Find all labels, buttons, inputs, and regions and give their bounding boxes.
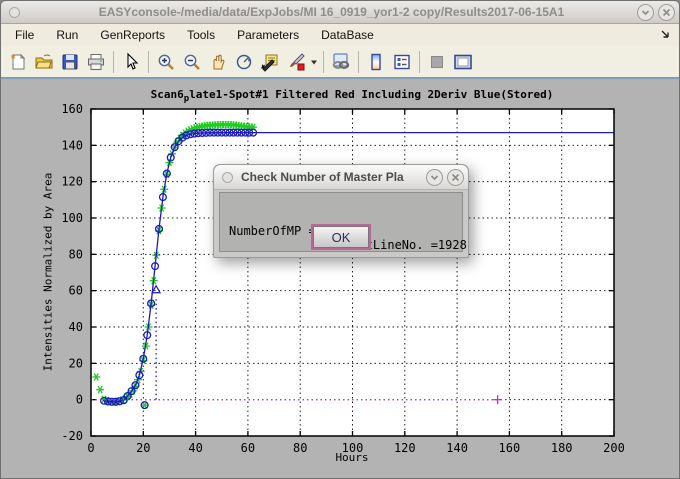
y-axis-label: Intensities Normalized by Area [42,173,55,372]
menu-file[interactable]: File [4,25,45,45]
x-tick-label: 80 [293,441,307,455]
toolbar-separator [113,51,114,73]
colorbar-icon [366,52,386,72]
window-shade-button[interactable] [637,4,654,21]
numberofmp-value: NumberOfMP =5 [229,224,323,238]
y-tick-label: 100 [61,211,83,225]
link-chain-icon [330,52,352,72]
legend-button[interactable] [390,50,414,74]
window-menu-icon[interactable] [9,7,20,18]
print-button[interactable] [84,50,108,74]
y-tick-label: 160 [61,102,83,116]
zoom-out-button[interactable] [180,50,204,74]
select-cursor-button[interactable] [119,50,143,74]
y-tick-label: 120 [61,175,83,189]
menu-database[interactable]: DataBase [310,25,385,45]
dialog-close-button[interactable] [447,169,464,186]
window-titlebar[interactable]: EASYconsole-/media/data/ExpJobs/MI 16_09… [1,1,679,24]
x-tick-label: 40 [188,441,202,455]
colorbar-button[interactable] [364,50,388,74]
window-close-button[interactable] [658,4,675,21]
dialog-shade-button[interactable] [426,169,443,186]
easyconsole-window: EASYconsole-/media/data/ExpJobs/MI 16_09… [0,0,680,479]
x-tick-label: 20 [136,441,150,455]
toolbar-separator [419,51,420,73]
x-tick-label: 60 [241,441,255,455]
y-tick-label: 80 [69,247,83,261]
y-tick-label: 0 [76,393,83,407]
brush-dropdown-button[interactable] [309,50,319,74]
chevron-down-icon [641,8,650,17]
link-button[interactable] [329,50,353,74]
x-tick-label: 180 [551,441,573,455]
window-title: EASYconsole-/media/data/ExpJobs/MI 16_09… [26,5,637,19]
annotate-button[interactable] [258,50,282,74]
toolbar-separator [148,51,149,73]
chevron-down-icon [430,173,439,182]
dropdown-arrow-icon [310,58,318,66]
x-tick-label: 0 [87,441,94,455]
rotate-button[interactable] [232,50,256,74]
menu-overflow-icon[interactable] [661,28,671,42]
dialog-title: Check Number of Master Pla [241,170,426,184]
x-tick-label: 140 [446,441,468,455]
x-axis-label: Hours [335,451,368,464]
y-tick-label: -20 [61,429,83,443]
growth-curve-plot[interactable]: 0 20 40 60 80 100 120 140 160 180 200 -20 0 20 40 60 80 1… [1,81,680,479]
window-frame-icon [452,52,474,72]
toolbar-separator [323,51,324,73]
paintbrush-icon [286,52,306,72]
y-tick-label: 140 [61,138,83,152]
y-tick-label: 60 [69,284,83,298]
x-tick-label: 120 [394,441,416,455]
dialog-body: NumberOfMP =5 lastLineNo. =1928 OK [219,192,463,252]
save-button[interactable] [58,50,82,74]
toolbar [1,46,679,79]
menu-run[interactable]: Run [45,25,89,45]
annotation-note-icon [260,52,280,72]
dialog-menu-icon[interactable] [222,172,233,183]
brush-button[interactable] [284,50,308,74]
pan-hand-button[interactable] [206,50,230,74]
rotate-3d-icon [234,52,254,72]
zoom-out-icon [182,52,202,72]
x-tick-label: 200 [603,441,625,455]
cursor-arrow-icon [121,52,141,72]
hand-icon [208,52,228,72]
menu-parameters[interactable]: Parameters [226,25,310,45]
close-icon [451,173,460,182]
menubar: File Run GenReports Tools Parameters Dat… [1,24,679,46]
x-tick-label: 160 [499,441,521,455]
plain-square-icon [427,52,447,72]
window-frame-button[interactable] [451,50,475,74]
menu-tools[interactable]: Tools [176,25,226,45]
menu-genreports[interactable]: GenReports [89,25,176,45]
open-button[interactable] [32,50,56,74]
toolbar-separator [358,51,359,73]
save-floppy-icon [60,52,80,72]
new-document-icon [8,52,28,72]
close-icon [662,8,671,17]
dialog-titlebar[interactable]: Check Number of Master Pla [214,165,468,190]
zoom-in-button[interactable] [154,50,178,74]
figure-area: Scan6plate1-Spot#1 Filtered Red Includin… [1,81,680,479]
ok-button[interactable]: OK [313,226,369,248]
zoom-in-icon [156,52,176,72]
y-tick-label: 40 [69,320,83,334]
legend-icon [392,52,412,72]
new-button[interactable] [6,50,30,74]
printer-icon [86,52,106,72]
y-tick-label: 20 [69,356,83,370]
open-folder-icon [34,52,54,72]
check-master-plates-dialog: Check Number of Master Pla NumberOfMP =5… [213,164,469,258]
plain-square-button[interactable] [425,50,449,74]
